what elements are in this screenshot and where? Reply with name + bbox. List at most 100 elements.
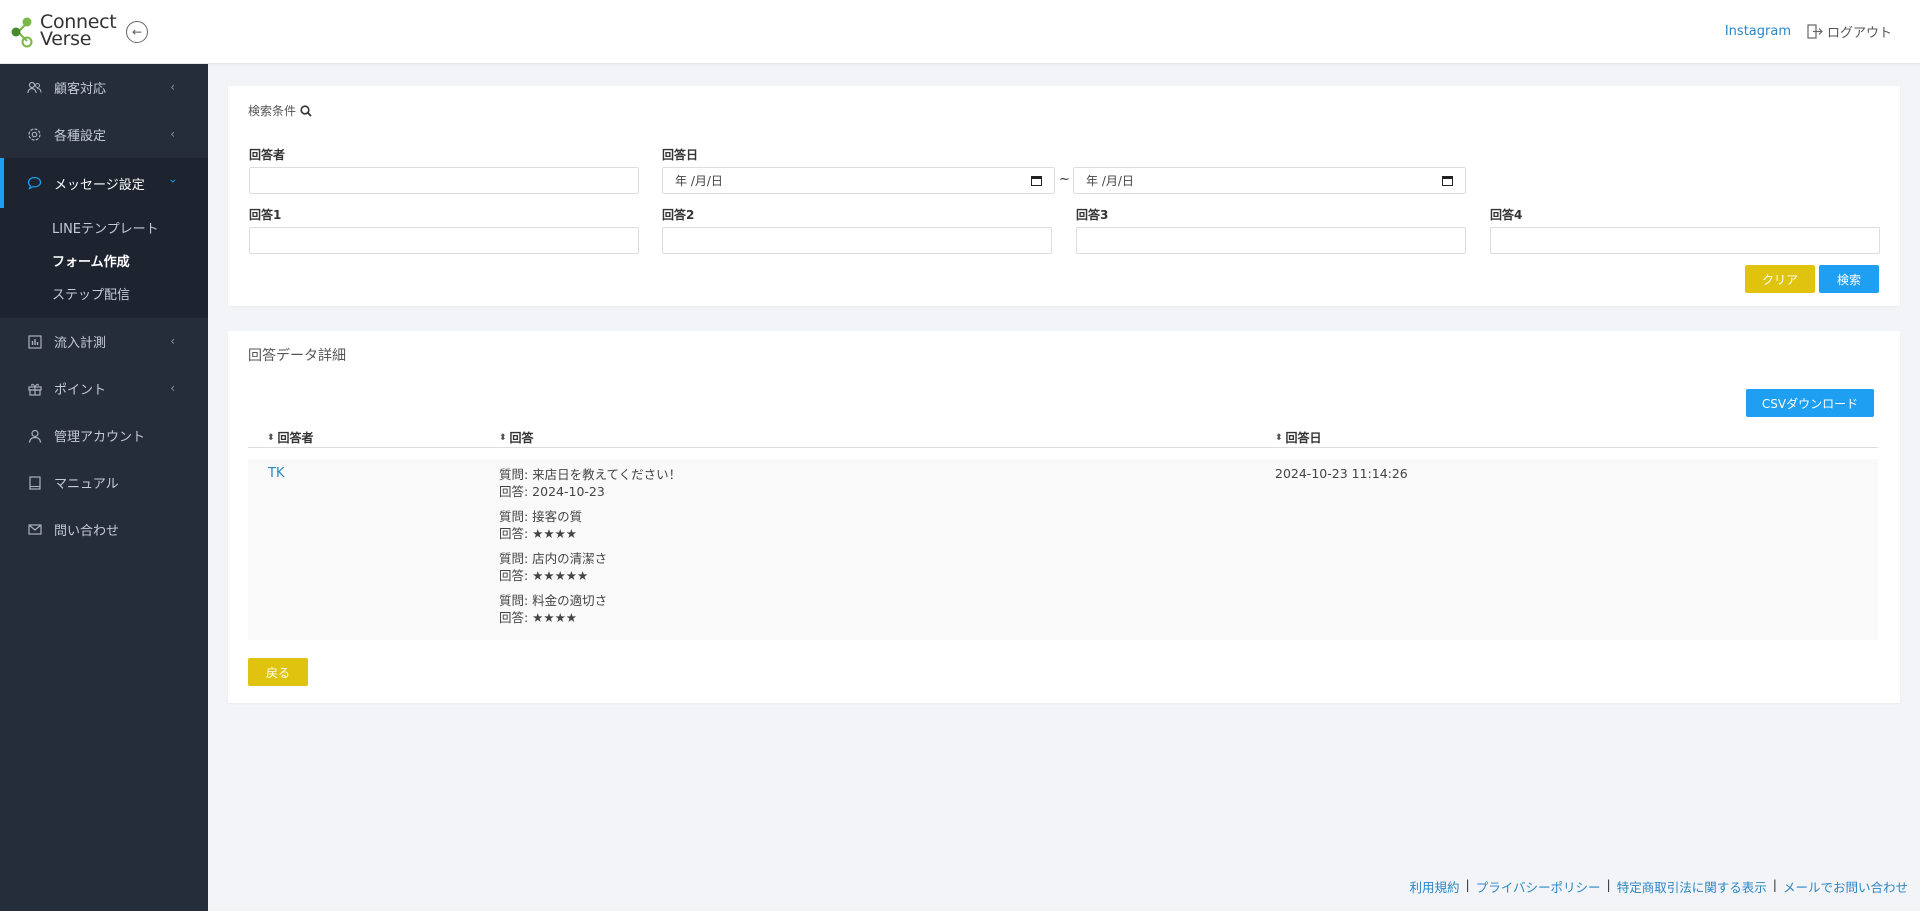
table-row: TK 質問: 来店日を教えてください！ 回答: 2024-10-23 質問: 接客… [248,459,1878,640]
respondent-input[interactable] [249,167,639,194]
privacy-link[interactable]: プライバシーポリシー [1476,877,1601,896]
date-to-input[interactable]: 年 /月/日 [1073,167,1466,194]
date-from-input[interactable]: 年 /月/日 [662,167,1055,194]
sidebar-submenu: LINEテンプレート フォーム作成 ステップ配信 [0,208,208,318]
chevron-left-icon: ‹ [170,381,175,395]
top-header: Connect Verse ← Instagram ログアウト [0,0,1920,64]
footer-separator: | [1772,877,1777,892]
sidebar-item-points[interactable]: ポイント ‹ [0,365,208,412]
answer2-label: 回答2 [662,208,695,222]
sidebar-item-contact[interactable]: 問い合わせ [0,506,208,553]
question-text: 質問: 料金の適切さ [499,593,608,608]
header-actions: Instagram ログアウト [1725,22,1892,41]
csv-download-button[interactable]: CSVダウンロード [1746,389,1874,417]
sidebar-item-label: 問い合わせ [54,524,120,539]
sort-icon: ⬍ [499,432,507,443]
person-icon [27,428,42,443]
answer2-input[interactable] [662,227,1052,254]
answer-detail-panel: 回答データ詳細 CSVダウンロード ⬍ 回答者 ⬍ 回答 ⬍ 回答日 TK 質問: 来… [228,331,1900,703]
chat-icon [27,176,42,191]
sidebar-item-message-settings[interactable]: メッセージ設定 ‹ [0,158,208,208]
chevron-left-icon: ‹ [170,334,175,348]
answer4-label: 回答4 [1490,208,1523,222]
gear-icon [27,127,42,142]
column-header-label: 回答者 [277,431,314,445]
question-text: 質問: 店内の清潔さ [499,551,608,566]
answer4-input[interactable] [1490,227,1880,254]
connect-logo-icon [11,17,33,48]
arrow-left-icon: ← [131,25,143,39]
answer3-input[interactable] [1076,227,1466,254]
table-header: ⬍ 回答者 ⬍ 回答 ⬍ 回答日 [248,429,1878,448]
email-contact-link[interactable]: メールでお問い合わせ [1783,877,1908,896]
search-panel-title: 検索条件 [248,102,312,119]
sidebar-item-settings[interactable]: 各種設定 ‹ [0,111,208,158]
answer1-label: 回答1 [249,208,282,222]
sidebar-subitem-form-create[interactable]: フォーム作成 [0,246,208,279]
sidebar-item-admin-account[interactable]: 管理アカウント [0,412,208,459]
bar-chart-icon [27,334,42,349]
answer-date-cell: 2024-10-23 11:14:26 [1275,466,1408,481]
answer-text: 回答: ★★★★★ [499,568,589,583]
gift-icon [27,381,42,396]
sort-icon: ⬍ [267,432,275,443]
sidebar-item-customer[interactable]: 顧客対応 ‹ [0,64,208,111]
search-panel: 検索条件 回答者 回答日 年 /月/日 ~ 年 /月/日 回答1 回答2 回答3… [228,86,1900,306]
sidebar-item-label: マニュアル [54,477,119,492]
sidebar-item-label: メッセージ設定 [54,177,145,193]
answer-detail-title: 回答データ詳細 [248,348,346,364]
logout-button[interactable]: ログアウト [1807,22,1892,41]
question-text: 質問: 来店日を教えてください！ [499,467,682,482]
commercial-law-link[interactable]: 特定商取引法に関する表示 [1617,877,1767,896]
calendar-icon[interactable] [1031,175,1042,186]
logo[interactable]: Connect Verse [10,11,120,50]
column-header-label: 回答日 [1285,431,1322,445]
qa-item: 質問: 来店日を教えてください！ 回答: 2024-10-23 [499,466,681,500]
search-icon [300,104,312,117]
column-header-respondent[interactable]: ⬍ 回答者 [267,429,314,446]
qa-item: 質問: 接客の質 回答: ★★★★ [499,508,681,542]
chevron-left-icon: ‹ [170,127,175,141]
sidebar-item-manual[interactable]: マニュアル [0,459,208,506]
sidebar-item-label: 各種設定 [54,129,107,144]
footer-separator: | [1465,877,1470,892]
date-range-separator: ~ [1059,172,1070,187]
terms-link[interactable]: 利用規約 [1410,877,1460,896]
instagram-link[interactable]: Instagram [1725,24,1791,39]
date-to-placeholder: 年 /月/日 [1086,174,1134,188]
calendar-icon[interactable] [1442,175,1453,186]
respondent-link[interactable]: TK [268,466,284,481]
answer-cell: 質問: 来店日を教えてください！ 回答: 2024-10-23 質問: 接客の質回… [499,466,681,634]
mail-icon [27,522,42,537]
column-header-label: 回答 [509,431,534,445]
logo-text: Connect Verse [40,11,117,50]
sidebar-subitem-line-template[interactable]: LINEテンプレート [0,213,208,246]
question-text: 質問: 接客の質 [499,509,583,524]
column-header-date[interactable]: ⬍ 回答日 [1275,429,1322,446]
chevron-left-icon: ‹ [170,80,175,94]
clear-button[interactable]: クリア [1745,265,1815,293]
sidebar-item-label: 流入計測 [54,336,107,351]
sidebar-item-inflow[interactable]: 流入計測 ‹ [0,318,208,365]
chevron-down-icon: ‹ [165,178,180,184]
sidebar: 顧客対応 ‹ 各種設定 ‹ メッセージ設定 ‹ LINEテンプレート フォーム作… [0,64,208,911]
answer3-label: 回答3 [1076,208,1109,222]
logout-icon [1807,24,1823,39]
users-icon [27,80,42,95]
answer1-input[interactable] [249,227,639,254]
back-button[interactable]: 戻る [248,658,308,686]
collapse-sidebar-button[interactable]: ← [126,21,148,43]
search-title-text: 検索条件 [248,104,297,118]
sidebar-item-label: 顧客対応 [54,82,107,97]
sidebar-item-label: ポイント [54,383,107,398]
logout-label: ログアウト [1826,26,1892,41]
answer-text: 回答: 2024-10-23 [499,484,605,499]
answer-text: 回答: ★★★★ [499,610,578,625]
footer-links: 利用規約 | プライバシーポリシー | 特定商取引法に関する表示 | メールでお問い合… [1410,877,1908,896]
sidebar-subitem-step-delivery[interactable]: ステップ配信 [0,279,208,312]
qa-item: 質問: 料金の適切さ 回答: ★★★★ [499,592,681,626]
book-icon [27,475,42,490]
search-button[interactable]: 検索 [1819,265,1879,293]
sort-icon: ⬍ [1275,432,1283,443]
column-header-answer[interactable]: ⬍ 回答 [499,429,534,446]
